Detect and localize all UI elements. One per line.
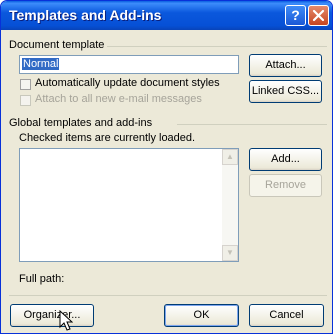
organizer-button[interactable]: Organizer... (10, 304, 94, 327)
list-scrollbar[interactable]: ▲ ▼ (222, 149, 238, 261)
mouse-pointer-icon (59, 310, 73, 331)
scroll-down-button[interactable]: ▼ (222, 245, 238, 261)
help-icon: ? (291, 7, 300, 23)
auto-update-checkbox[interactable] (20, 79, 31, 90)
section-divider (107, 46, 327, 47)
title-bar[interactable]: Templates and Add-ins ? (1, 1, 332, 30)
cancel-button-label: Cancel (269, 309, 304, 321)
linked-css-button-label: Linked CSS... (251, 85, 320, 97)
remove-button-label: Remove (265, 179, 306, 191)
global-templates-label: Global templates and add-ins (9, 117, 153, 129)
window-title: Templates and Add-ins (9, 7, 162, 23)
loaded-items-hint: Checked items are currently loaded. (19, 132, 196, 144)
scroll-up-button[interactable]: ▲ (222, 149, 238, 165)
linked-css-button[interactable]: Linked CSS... (249, 80, 322, 103)
close-button[interactable] (308, 5, 329, 26)
document-template-label: Document template (9, 39, 105, 51)
footer-divider (9, 295, 327, 296)
attach-email-checkbox[interactable] (20, 95, 31, 106)
remove-button[interactable]: Remove (249, 174, 322, 197)
templates-addins-dialog: Templates and Add-ins ? Document templat… (0, 0, 333, 334)
auto-update-label[interactable]: Automatically update document styles (35, 77, 220, 89)
template-name-field[interactable]: Normal (19, 55, 239, 74)
ok-button-label: OK (193, 309, 210, 321)
add-button[interactable]: Add... (249, 148, 322, 171)
global-templates-list[interactable]: ▲ ▼ (19, 148, 239, 262)
attach-button[interactable]: Attach... (249, 54, 322, 77)
help-button[interactable]: ? (285, 5, 306, 26)
add-button-label: Add... (271, 153, 300, 165)
cancel-button[interactable]: Cancel (249, 304, 324, 327)
ok-button[interactable]: OK (164, 304, 239, 327)
attach-button-label: Attach... (265, 59, 306, 71)
template-name-value: Normal (22, 58, 60, 70)
full-path-label: Full path: (19, 273, 65, 285)
close-icon (312, 9, 325, 22)
attach-email-label: Attach to all new e-mail messages (35, 93, 202, 105)
section-divider (177, 124, 327, 125)
